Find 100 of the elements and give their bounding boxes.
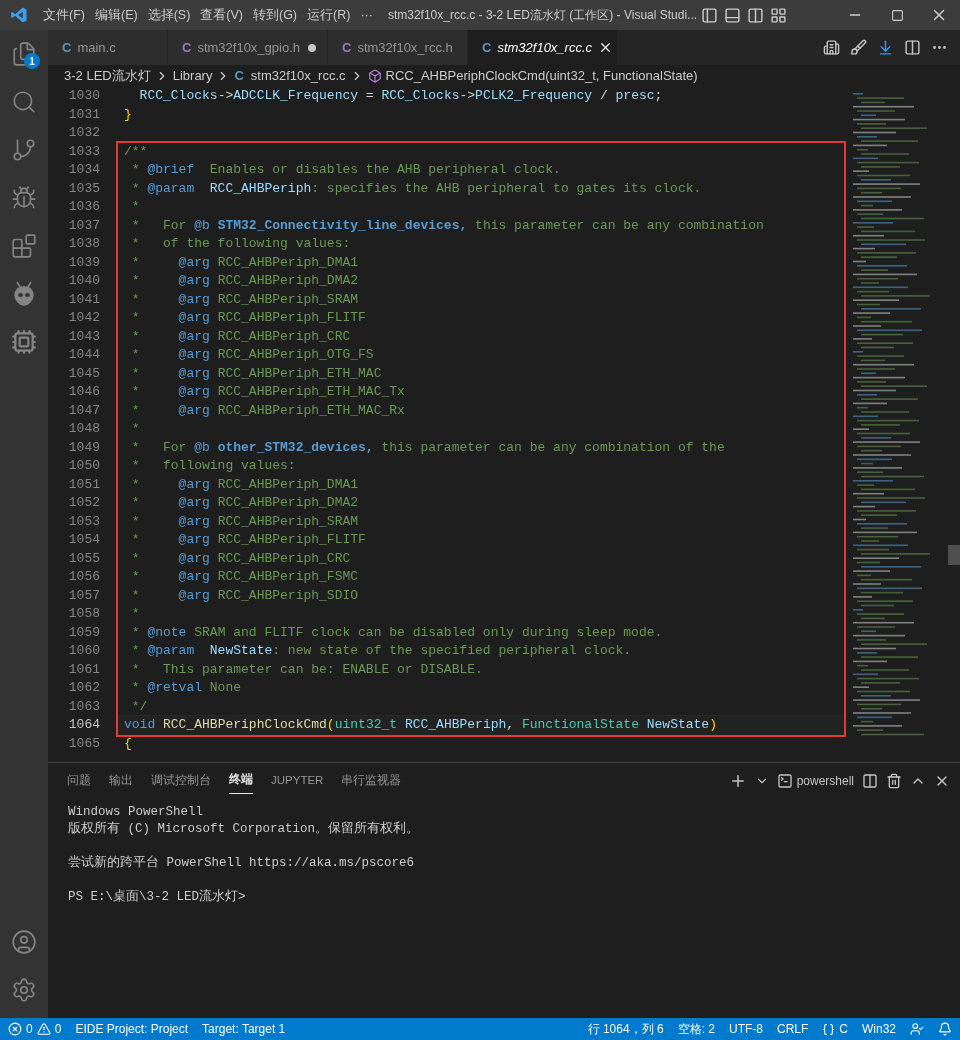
notification-badge: 1 [24, 53, 40, 69]
split-editor-icon[interactable] [904, 39, 921, 56]
menu-item[interactable]: 查看(V) [195, 5, 248, 25]
breadcrumb-item[interactable]: stm32f10x_rcc.c [250, 66, 346, 86]
line-number: 1040 [67, 272, 100, 290]
panel-tab[interactable]: 调试控制台 [151, 767, 211, 794]
code-line: * @brief Enables or disables the AHB peripheral clock. [130, 161, 562, 179]
code-line: RCC_Clocks->ADCCLK_Frequency = RCC_Clocks->PCLK2_Frequency / presc; [138, 87, 664, 105]
editor-tab[interactable]: C stm32f10x_rcc.h [328, 30, 468, 65]
code-line: * @param RCC_AHBPeriph: specifies the AHB peripheral to gates its clock. [130, 179, 703, 198]
line-number: 1055 [67, 549, 100, 568]
code-line: */ [130, 697, 149, 716]
code-line: * @param NewState: new state of the specified peripheral clock. [130, 642, 633, 660]
code-line: * @arg RCC_AHBPeriph_CRC [130, 327, 352, 346]
code-line: } [123, 105, 133, 124]
code-line: * @arg RCC_AHBPeriph_FLITF [130, 531, 367, 549]
breadcrumb-item[interactable]: Library [172, 66, 213, 86]
status-item[interactable]: 空格: 2 [677, 1020, 715, 1038]
feedback-icon[interactable] [910, 1022, 924, 1036]
line-number: 1057 [67, 586, 100, 605]
code-line: * @arg RCC_AHBPeriph_DMA2 [130, 494, 360, 512]
file-type-icon: C [342, 37, 352, 58]
terminal-line: 版权所有 (C) Microsoft Corporation。保留所有权利。 [68, 821, 421, 838]
scrollbar-thumb[interactable] [948, 545, 960, 565]
menu-item[interactable]: 转到(G) [248, 5, 303, 25]
file-type-icon: C [482, 37, 492, 58]
cube-icon [367, 69, 382, 83]
trash-icon[interactable] [886, 772, 902, 789]
panel-tab[interactable]: 串行监视器 [341, 767, 402, 794]
code-line: * @arg RCC_AHBPeriph_OTG_FS [130, 346, 375, 364]
line-number: 1044 [67, 346, 100, 364]
terminal-line: 尝试新的跨平台 PowerShell https://aka.ms/pscore6 [68, 855, 416, 872]
code-line: * This parameter can be: ENABLE or DISABLE. [130, 660, 484, 679]
language-mode[interactable]: C [839, 1020, 848, 1038]
line-number: 1032 [67, 124, 100, 142]
code-line: * @arg RCC_AHBPeriph_DMA2 [130, 272, 360, 290]
toggle-panel-icon[interactable] [724, 6, 742, 24]
status-item[interactable]: EIDE Project: Project [75, 1020, 189, 1038]
line-number: 1037 [67, 216, 100, 235]
split-layout-icon[interactable] [747, 6, 765, 24]
terminal-line: Windows PowerShell [68, 804, 205, 821]
editor-tab[interactable]: C stm32f10x_gpio.h [168, 30, 328, 65]
panel-tab[interactable]: 终端 [229, 767, 253, 794]
code-line: * following values: [130, 457, 297, 475]
maximize-icon[interactable] [890, 8, 904, 22]
error-count[interactable]: 0 [26, 1020, 33, 1038]
terminal-icon [776, 772, 793, 789]
panel-tab[interactable]: 问题 [67, 767, 91, 794]
menu-item[interactable]: 运行(R) [302, 5, 356, 25]
editor-tab[interactable]: C main.c [48, 30, 168, 65]
status-item[interactable]: 行 1064，列 6 [587, 1020, 664, 1038]
panel-tab[interactable]: JUPYTER [271, 767, 324, 794]
menu-item[interactable]: 选择(S) [142, 5, 196, 25]
line-number: 1048 [67, 420, 100, 438]
editor-tab[interactable]: C stm32f10x_rcc.c [468, 30, 618, 65]
status-item[interactable]: Target: Target 1 [202, 1020, 286, 1038]
status-item[interactable]: UTF-8 [728, 1020, 763, 1038]
line-number: 1059 [67, 623, 100, 642]
split-terminal-icon[interactable] [862, 772, 878, 789]
terminal-name[interactable]: powershell [796, 771, 854, 790]
line-number: 1058 [67, 605, 100, 623]
line-number: 1054 [67, 531, 100, 549]
layout-grid-icon[interactable] [770, 6, 788, 24]
code-line: * For @b other_STM32_devices, this parameter can be any combination of the [130, 438, 726, 457]
menu-item[interactable]: 编辑(E) [89, 5, 143, 25]
explorer-icon[interactable] [11, 41, 37, 67]
warning-icon [36, 1022, 51, 1036]
panel-tab[interactable]: 输出 [109, 767, 133, 794]
code-line: * @arg RCC_AHBPeriph_DMA1 [130, 253, 360, 272]
line-number: 1063 [67, 697, 100, 716]
file-type-icon: C [182, 37, 192, 58]
breadcrumb-item[interactable]: RCC_AHBPeriphClockCmd(uint32_t, FunctionalState) [385, 66, 698, 86]
building-icon[interactable] [823, 39, 840, 56]
menu-item[interactable]: 文件(F) [38, 5, 90, 25]
line-number: 1042 [67, 309, 100, 327]
status-item[interactable]: CRLF [776, 1020, 809, 1038]
file-type-icon: C [62, 37, 72, 58]
line-number: 1049 [67, 438, 100, 457]
line-number: 1036 [67, 198, 100, 216]
notifications-icon[interactable] [938, 1022, 952, 1036]
code-line: { [123, 734, 133, 753]
code-line: * [130, 605, 141, 623]
code-line: * @arg RCC_AHBPeriph_ETH_MAC [130, 364, 383, 383]
line-number: 1062 [67, 679, 100, 697]
code-line: * @arg RCC_AHBPeriph_CRC [130, 549, 352, 568]
line-number: 1034 [67, 161, 100, 179]
code-line: * @arg RCC_AHBPeriph_SDIO [130, 586, 360, 605]
status-item[interactable]: Win32 [862, 1020, 896, 1038]
line-number: 1061 [67, 660, 100, 679]
download-icon[interactable] [877, 39, 894, 56]
line-number: 1041 [67, 290, 100, 309]
warning-count[interactable]: 0 [54, 1020, 62, 1038]
line-number: 1052 [67, 494, 100, 512]
code-line: * @arg RCC_AHBPeriph_ETH_MAC_Tx [130, 383, 406, 401]
terminal-line: PS E:\桌面\3-2 LED流水灯> [68, 889, 247, 906]
menu-item[interactable]: ··· [355, 5, 378, 25]
error-icon [8, 1022, 22, 1036]
brush-icon[interactable] [850, 39, 867, 56]
toggle-sidebar-icon[interactable] [701, 6, 719, 24]
breadcrumb-item[interactable]: 3-2 LED流水灯 [64, 66, 151, 86]
